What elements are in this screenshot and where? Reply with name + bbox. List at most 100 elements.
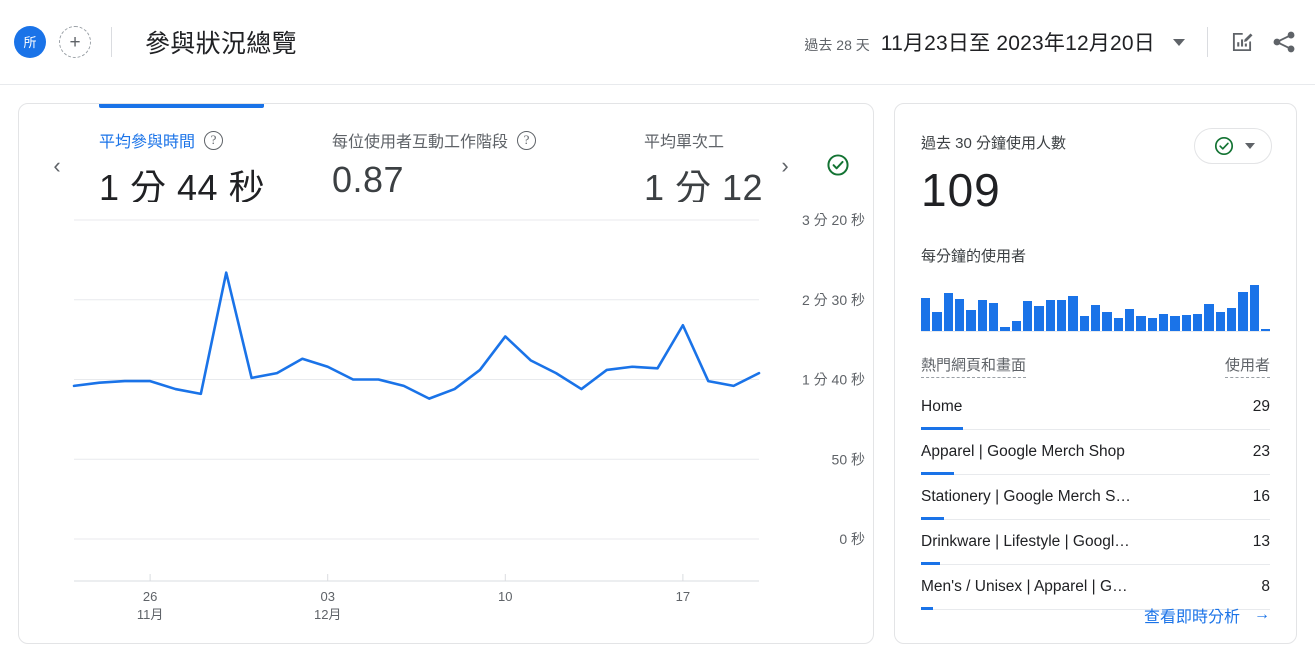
sparkline-bar (966, 310, 976, 331)
view-realtime-link[interactable]: 查看即時分析 → (1144, 603, 1270, 627)
table-header-row: 熱門網頁和畫面 使用者 (921, 354, 1270, 385)
help-icon[interactable]: ? (517, 130, 537, 150)
check-circle-icon (1214, 136, 1233, 156)
sparkline-bar (1170, 316, 1180, 331)
app-header: 所 + 參與狀況總覽 過去 28 天 11月23日至 2023年12月20日 (0, 0, 1315, 85)
sparkline-bar (932, 312, 942, 331)
date-range-selector[interactable]: 過去 28 天 11月23日至 2023年12月20日 (804, 27, 1185, 57)
active-tab-indicator (99, 104, 264, 108)
row-progress-bar (921, 607, 933, 610)
sparkline-bar (1204, 304, 1214, 331)
page-title-cell: Men's / Unisex | Apparel | G… (921, 578, 1128, 595)
sparkline-bar (943, 293, 953, 331)
header-divider (111, 27, 112, 57)
svg-text:03: 03 (320, 589, 334, 604)
metric-label-group: 每位使用者互動工作階段 ? (332, 128, 644, 152)
realtime-status-selector[interactable] (1194, 128, 1272, 164)
sparkline-bar (988, 303, 999, 331)
edit-chart-icon[interactable] (1225, 25, 1259, 59)
sparkline-bar (1090, 305, 1101, 331)
sparkline-bar (1000, 327, 1010, 331)
header-right-group: 過去 28 天 11月23日至 2023年12月20日 (804, 25, 1315, 59)
page-title-cell: Home (921, 398, 963, 415)
sparkline-bar (1158, 314, 1169, 331)
sparkline-bar (1181, 315, 1191, 331)
sparkline-bar (1192, 314, 1203, 331)
metric-label: 平均參與時間 (99, 134, 196, 151)
realtime-card: 過去 30 分鐘使用人數 109 每分鐘的使用者 熱門網頁和畫面 使用者 Hom… (894, 103, 1297, 644)
metric-label: 平均單次工 (644, 134, 725, 151)
svg-text:1 分 40 秒: 1 分 40 秒 (802, 372, 865, 388)
metric-label-group: 平均參與時間 ? (99, 128, 332, 152)
sparkline-bar (1136, 316, 1146, 331)
svg-text:26: 26 (143, 589, 157, 604)
users-count-cell: 8 (1261, 578, 1270, 595)
users-count-cell: 13 (1252, 533, 1270, 550)
metrics-next-arrow[interactable]: › (765, 146, 805, 186)
data-status-check-icon[interactable] (819, 146, 856, 183)
analytics-engagement-overview-page: 所 + 參與狀況總覽 過去 28 天 11月23日至 2023年12月20日 ‹… (0, 0, 1315, 658)
sparkline-bar (1226, 308, 1237, 331)
sparkline-bar (1113, 318, 1123, 331)
tab-engaged-sessions-per-user[interactable]: 每位使用者互動工作階段 ? 0.87 (332, 104, 644, 202)
users-count-cell: 16 (1252, 488, 1270, 505)
sparkline-bar (954, 299, 965, 331)
svg-text:0 秒: 0 秒 (839, 531, 865, 547)
sparkline-bar (1147, 318, 1157, 331)
sparkline-bar (1011, 321, 1021, 331)
chevron-down-icon (1173, 38, 1185, 46)
cards-container: ‹ › 平均參與時間 ? 1 分 44 秒 每位使用者互動工作階段 ? 0.87… (0, 86, 1315, 658)
realtime-user-count: 109 (921, 164, 1001, 216)
chevron-down-icon (1244, 143, 1255, 149)
sparkline-bar (1056, 300, 1067, 331)
sparkline-bar (1034, 306, 1044, 331)
metric-tabs: ‹ › 平均參與時間 ? 1 分 44 秒 每位使用者互動工作階段 ? 0.87… (19, 104, 873, 202)
page-title-cell: Apparel | Google Merch Shop (921, 443, 1125, 460)
help-icon[interactable]: ? (204, 130, 224, 150)
table-row[interactable]: Drinkware | Lifestyle | Googl… 13 (921, 520, 1270, 565)
engagement-line-chart: 0 秒 50 秒 1 分 40 秒 2 分 30 秒 3 分 20 秒 26 11月 03 12… (19, 202, 873, 643)
svg-text:12月: 12月 (314, 607, 341, 622)
header-divider-2 (1207, 27, 1208, 57)
sparkline-bar (1022, 301, 1033, 331)
date-range-prefix: 過去 28 天 (804, 37, 870, 53)
metric-value: 1 分 44 秒 (99, 167, 266, 202)
engagement-time-card: ‹ › 平均參與時間 ? 1 分 44 秒 每位使用者互動工作階段 ? 0.87… (18, 103, 874, 644)
sparkline-bar (1068, 296, 1078, 331)
svg-text:50 秒: 50 秒 (832, 451, 865, 467)
page-title-cell: Drinkware | Lifestyle | Googl… (921, 533, 1130, 550)
tab-average-engagement-time[interactable]: 平均參與時間 ? 1 分 44 秒 (99, 104, 332, 202)
column-header-users: 使用者 (1224, 354, 1270, 378)
sparkline-bar (1124, 309, 1135, 331)
table-row[interactable]: Apparel | Google Merch Shop 23 (921, 430, 1270, 475)
page-title: 參與狀況總覽 (145, 30, 297, 58)
realtime-subtitle: 每分鐘的使用者 (921, 248, 1027, 265)
metric-value: 1 分 12 (644, 167, 764, 202)
users-count-cell: 29 (1252, 398, 1270, 415)
top-pages-table: 熱門網頁和畫面 使用者 Home 29 Apparel | Google Merch… (921, 354, 1270, 610)
realtime-header: 過去 30 分鐘使用人數 109 每分鐘的使用者 (895, 104, 1296, 266)
sparkline-bar (1215, 312, 1225, 331)
add-comparison-button[interactable]: + (59, 26, 91, 58)
sparkline-bar (1045, 300, 1055, 331)
svg-text:3 分 20 秒: 3 分 20 秒 (802, 212, 865, 228)
sparkline-bar (1102, 312, 1112, 331)
account-badge[interactable]: 所 (14, 26, 46, 58)
sparkline-bar (1238, 292, 1248, 331)
table-row[interactable]: Home 29 (921, 385, 1270, 430)
metric-label: 每位使用者互動工作階段 (332, 134, 509, 151)
metric-value: 0.87 (332, 159, 405, 200)
sparkline-bar (977, 300, 987, 331)
sparkline-bar (1260, 329, 1271, 331)
date-range-value: 11月23日至 2023年12月20日 (880, 32, 1155, 55)
users-per-minute-sparkline (921, 280, 1271, 332)
page-title-cell: Stationery | Google Merch S… (921, 488, 1131, 505)
table-row[interactable]: Stationery | Google Merch S… 16 (921, 475, 1270, 520)
share-icon[interactable] (1267, 25, 1301, 59)
table-body: Home 29 Apparel | Google Merch Shop 23 Stati… (921, 385, 1270, 610)
metrics-prev-arrow[interactable]: ‹ (37, 146, 77, 186)
sparkline-bar (1079, 316, 1089, 331)
svg-text:11月: 11月 (137, 607, 164, 622)
arrow-right-icon: → (1254, 606, 1270, 623)
header-left-group: 所 + 參與狀況總覽 (0, 24, 297, 60)
